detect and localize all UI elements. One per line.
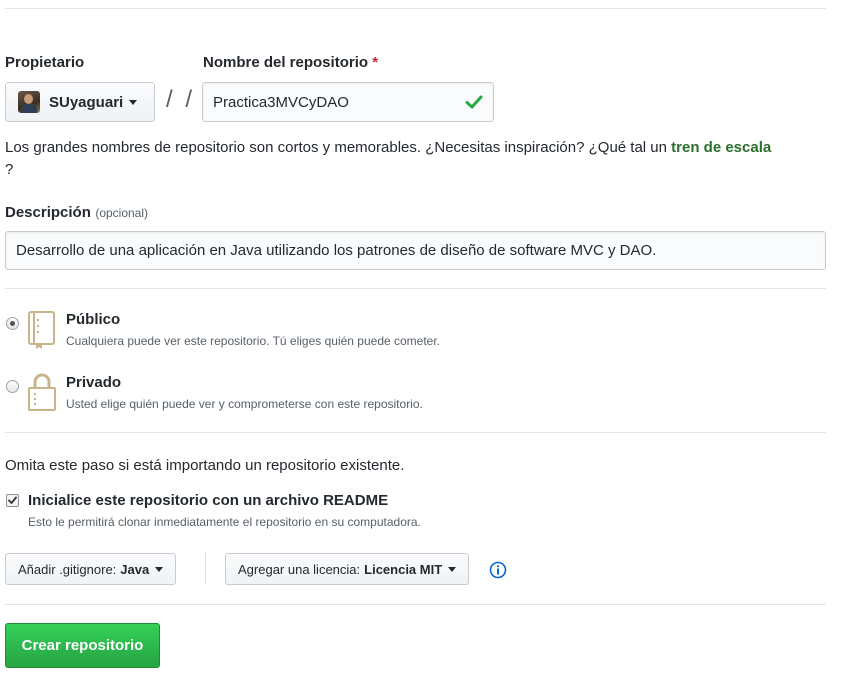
public-title: Público	[66, 311, 121, 328]
license-label: Agregar una licencia:	[238, 561, 361, 577]
check-icon	[465, 95, 483, 109]
gitignore-value: Java	[120, 561, 150, 577]
checkmark-icon	[8, 496, 17, 504]
divider	[5, 432, 826, 433]
avatar	[18, 91, 40, 113]
name-suggestion-link[interactable]: tren de escala	[671, 139, 771, 156]
readme-checkbox[interactable]	[6, 494, 19, 507]
owner-name: SUyaguari	[49, 93, 124, 111]
info-icon[interactable]	[489, 561, 507, 579]
chevron-down-icon	[129, 99, 138, 105]
repo-name-label-text: Nombre del repositorio	[203, 54, 369, 71]
owner-dropdown[interactable]: SUyaguari	[5, 82, 155, 122]
divider	[5, 288, 826, 289]
lock-icon	[28, 373, 56, 411]
optional-tag: (opcional)	[95, 206, 149, 220]
private-note: Usted elige quién puede ver y compromete…	[66, 397, 423, 411]
skip-import-note: Omita este paso si está importando un re…	[5, 457, 405, 474]
required-mark: *	[372, 54, 379, 71]
readme-label[interactable]: Inicialice este repositorio con un archi…	[28, 492, 388, 509]
license-value: Licencia MIT	[364, 561, 443, 577]
repo-name-hint: Los grandes nombres de repositorio son c…	[5, 137, 835, 181]
public-note: Cualquiera puede ver este repositorio. T…	[66, 334, 441, 348]
license-select[interactable]: Agregar una licencia: Licencia MIT	[225, 553, 470, 585]
gitignore-label: Añadir .gitignore:	[18, 561, 117, 577]
vertical-divider	[205, 552, 206, 585]
owner-label: Propietario	[5, 54, 85, 71]
owner-repo-separator: / /	[166, 86, 196, 113]
gitignore-select[interactable]: Añadir .gitignore: Java	[5, 553, 177, 585]
private-radio[interactable]	[6, 380, 19, 393]
readme-note: Esto le permitirá clonar inmediatamente …	[28, 515, 421, 529]
hint-text: Los grandes nombres de repositorio son c…	[5, 139, 672, 156]
repo-name-input[interactable]	[202, 82, 494, 122]
description-label-text: Descripción	[5, 204, 91, 221]
private-title: Privado	[66, 374, 122, 391]
top-divider	[5, 8, 826, 9]
description-input[interactable]	[5, 231, 826, 270]
chevron-down-icon	[155, 566, 164, 572]
description-label: Descripción (opcional)	[5, 204, 148, 222]
create-repository-button[interactable]: Crear repositorio	[5, 623, 160, 668]
repo-name-label: Nombre del repositorio *	[203, 54, 378, 71]
hint-end: ?	[5, 161, 14, 178]
public-radio[interactable]	[6, 317, 19, 330]
divider	[5, 604, 826, 605]
repo-book-icon	[28, 311, 55, 349]
chevron-down-icon	[448, 566, 457, 572]
